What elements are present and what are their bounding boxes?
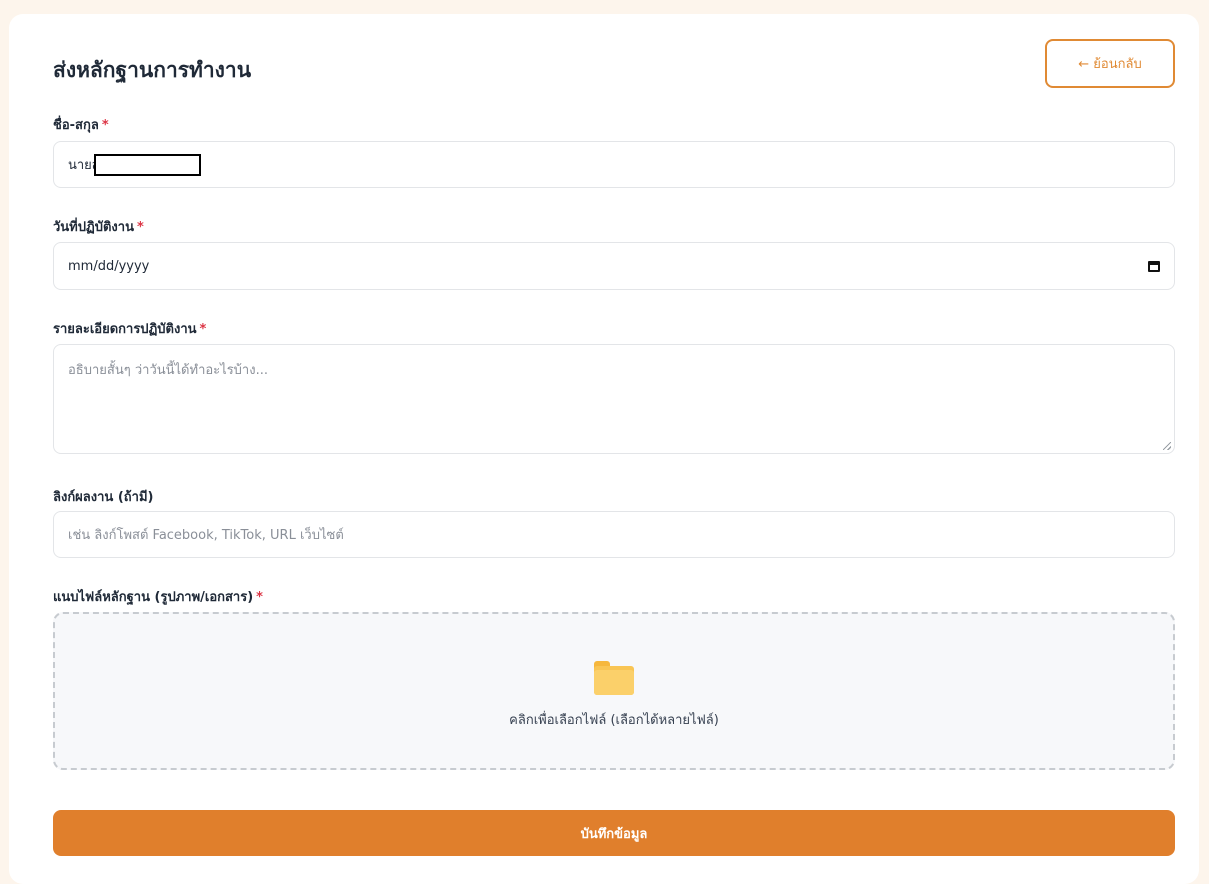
required-mark: * [101,118,109,133]
date-label-text: วันที่ปฏิบัติงาน [53,220,134,235]
redaction-box [93,153,201,176]
link-label: ลิงก์ผลงาน (ถ้ามี) [53,486,153,507]
folder-icon [594,660,634,695]
link-placeholder: เช่น ลิงก์โพสต์ Facebook, TikTok, URL เว… [68,528,344,543]
attachment-label-text: แนบไฟล์หลักฐาน (รูปภาพ/เอกสาร) [53,590,254,605]
page-title: ส่งหลักฐานการทำงาน [53,58,252,82]
date-field[interactable]: mm/dd/yyyy [53,242,1175,290]
back-button[interactable]: ← ย้อนกลับ [1045,39,1175,88]
form-card: ส่งหลักฐานการทำงาน ← ย้อนกลับ ชื่อ-สกุล *… [9,14,1199,884]
resize-grip-icon[interactable] [1163,442,1171,450]
details-placeholder: อธิบายสั้นๆ ว่าวันนี้ได้ทำอะไรบ้าง... [68,363,268,378]
date-label: วันที่ปฏิบัติงาน * [53,216,144,237]
name-label-text: ชื่อ-สกุล [53,118,99,133]
link-label-text: ลิงก์ผลงาน (ถ้ามี) [53,490,154,505]
date-value: mm/dd/yyyy [68,258,150,274]
required-mark: * [136,220,144,235]
details-label-text: รายละเอียดการปฏิบัติงาน [53,322,197,337]
name-label: ชื่อ-สกุล * [53,114,109,135]
attachment-label: แนบไฟล์หลักฐาน (รูปภาพ/เอกสาร) * [53,586,263,607]
name-field[interactable]: นายส [53,141,1175,188]
required-mark: * [199,322,207,337]
dropzone-text: คลิกเพื่อเลือกไฟล์ (เลือกได้หลายไฟล์) [509,712,719,728]
calendar-icon[interactable] [1148,260,1160,272]
required-mark: * [256,590,263,605]
file-dropzone[interactable]: คลิกเพื่อเลือกไฟล์ (เลือกได้หลายไฟล์) [53,612,1175,770]
details-label: รายละเอียดการปฏิบัติงาน * [53,318,206,339]
submit-button[interactable]: บันทึกข้อมูล [53,810,1175,856]
details-textarea[interactable]: อธิบายสั้นๆ ว่าวันนี้ได้ทำอะไรบ้าง... [53,344,1175,454]
link-input[interactable]: เช่น ลิงก์โพสต์ Facebook, TikTok, URL เว… [53,511,1175,558]
